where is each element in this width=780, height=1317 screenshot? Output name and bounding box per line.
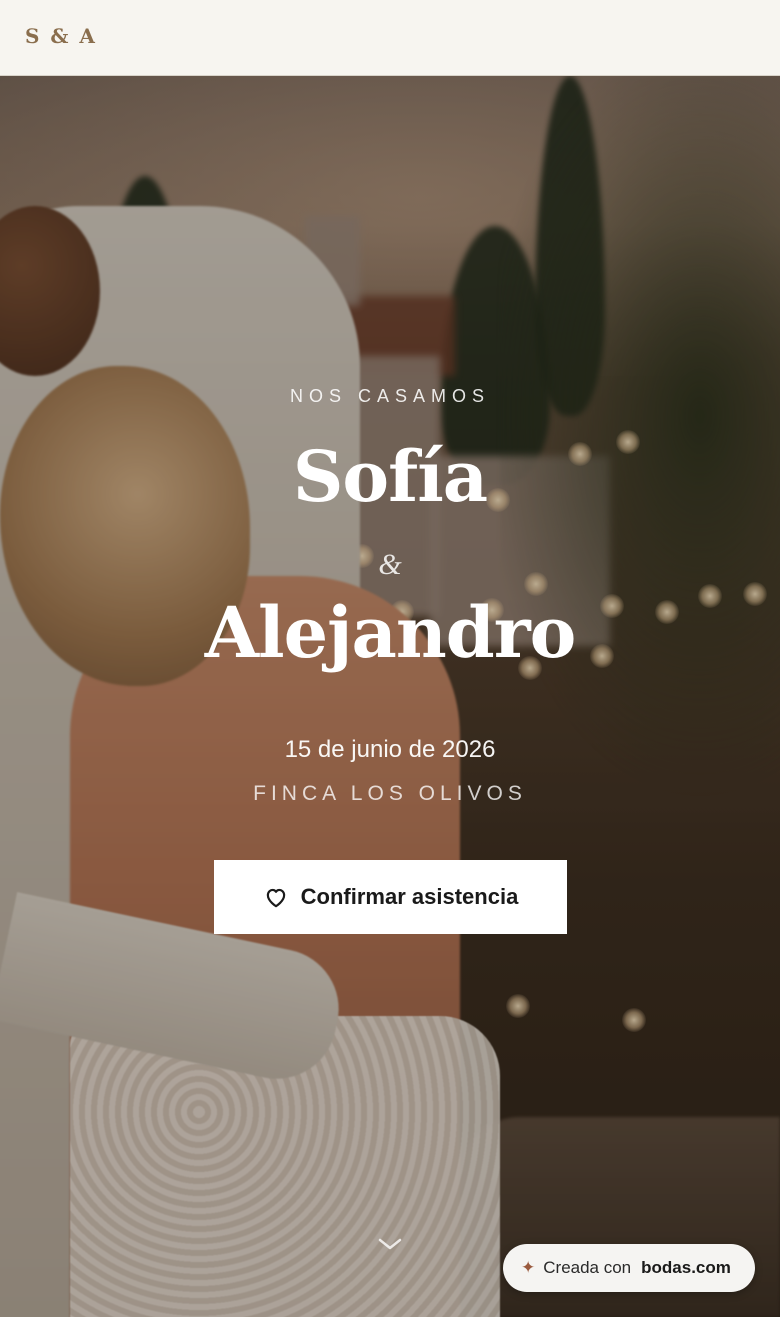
created-with-badge[interactable]: ✦ Creada con bodas.com [503,1244,755,1292]
hero-eyebrow: NOS CASAMOS [289,386,491,406]
badge-brand: bodas.com [641,1258,731,1277]
partner-one-name: Sofía [292,435,488,518]
wedding-date: 15 de junio de 2026 [284,736,496,763]
monogram-logo[interactable]: S & A [25,24,97,48]
partner-two-name: Alejandro [204,591,577,674]
scroll-down-button[interactable] [375,1234,405,1254]
wedding-landing-page: S & A NOS CASAMOS Sofía & Alejandro 15 d… [0,0,780,1317]
hero-content: NOS CASAMOS Sofía & Alejandro 15 de juni… [0,76,780,1317]
badge-text: Creada con [543,1258,632,1277]
chevron-down-icon [378,1238,402,1250]
ampersand: & [378,548,402,581]
wedding-venue: FINCA LOS OLIVOS [253,782,527,805]
sparkle-icon: ✦ [521,1257,536,1278]
top-header: S & A [0,0,780,76]
heart-icon [263,884,289,910]
rsvp-button[interactable]: Confirmar asistencia [214,860,567,934]
rsvp-label: Confirmar asistencia [300,884,519,909]
